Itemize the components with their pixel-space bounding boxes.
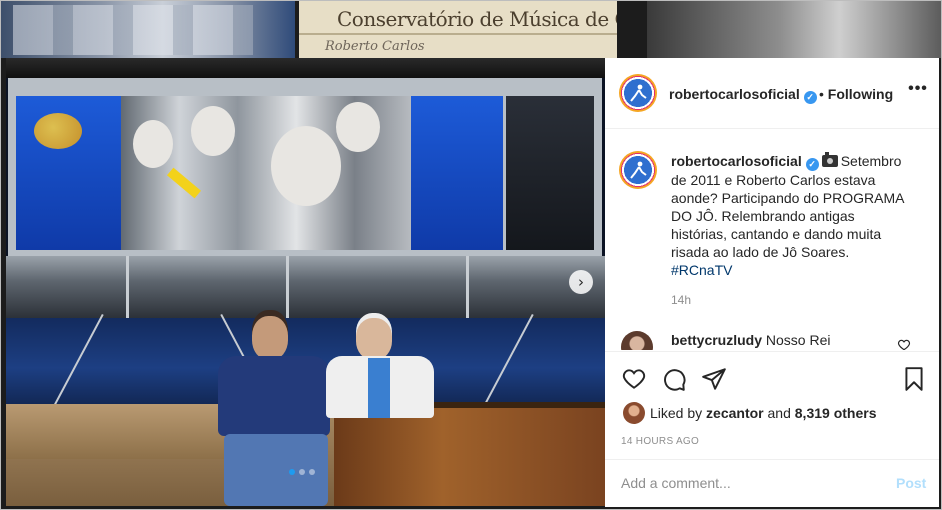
guitarist-icon (630, 84, 647, 102)
next-slide-button[interactable]: › (569, 270, 593, 294)
verified-badge-icon: ✓ (805, 158, 819, 171)
add-comment-bar: Post (605, 459, 939, 508)
carousel-dot-active (289, 469, 295, 475)
verified-badge-icon: ✓ (803, 91, 817, 104)
caption-username[interactable]: robertocarlosoficial ✓ (671, 153, 819, 171)
carousel-dot (309, 469, 315, 475)
tv-logo (34, 113, 82, 149)
bookmark-icon[interactable] (901, 366, 927, 392)
liker-username[interactable]: zecantor (706, 405, 764, 421)
likes-summary: Liked by zecantor and 8,319 others (605, 402, 939, 426)
more-options-icon[interactable]: ••• (908, 81, 928, 102)
host-figure (326, 318, 436, 418)
post-header: robertocarlosoficial ✓ • Following ••• (605, 58, 939, 129)
post-caption: robertocarlosoficial ✓ Setembro de 2011 e … (605, 129, 939, 319)
post-actions: Liked by zecantor and 8,319 others 14 HO… (605, 351, 939, 507)
separator-dot: • (819, 86, 824, 102)
comment-body: Nosso Rei (765, 332, 831, 348)
caption-timestamp[interactable]: 14h (671, 293, 691, 307)
comment-item: bettycruzludy Nosso Rei (605, 328, 939, 350)
guitarist-icon (630, 161, 647, 179)
paper-plane-icon[interactable] (701, 366, 727, 392)
guest-figure (216, 316, 336, 506)
instagram-post-modal: Conservatório de Música de Cachoeiro de … (0, 0, 942, 510)
caption-author-avatar[interactable] (619, 151, 657, 189)
host-desk (334, 408, 605, 506)
heart-icon[interactable] (621, 366, 647, 392)
lighting-truss (6, 256, 605, 318)
carousel-indicator (289, 469, 329, 475)
post-photo[interactable]: › (6, 58, 605, 506)
comment-like-icon[interactable] (897, 338, 911, 350)
commenter-username[interactable]: bettycruzludy (671, 332, 762, 348)
grid-thumbnail-left[interactable] (1, 1, 295, 58)
author-avatar[interactable] (619, 74, 657, 112)
thumbnail-banner-text: Conservatório de Música de Cachoeiro de … (337, 7, 617, 31)
following-button[interactable]: Following (828, 86, 893, 102)
hashtag-link[interactable]: #RCnaTV (671, 262, 732, 278)
follow-status: • Following (819, 86, 893, 102)
post-date[interactable]: 14 HOURS AGO (621, 436, 699, 447)
post-details-panel: robertocarlosoficial ✓ • Following ••• ro… (605, 58, 939, 507)
post-comment-button[interactable]: Post (896, 475, 926, 491)
likes-count-link[interactable]: 8,319 others (795, 405, 877, 421)
thumbnail-signature: Roberto Carlos (325, 39, 425, 54)
comment-text: bettycruzludy Nosso Rei (671, 332, 831, 348)
commenter-avatar[interactable] (621, 331, 653, 350)
likes-text: Liked by zecantor and 8,319 others (650, 405, 877, 421)
liker-avatar[interactable] (623, 402, 645, 424)
film-camera-icon (821, 152, 838, 167)
comment-icon[interactable] (661, 366, 687, 392)
grid-thumbnail-right[interactable] (647, 1, 941, 58)
comment-input[interactable] (621, 472, 871, 494)
grid-thumbnail-center[interactable]: Conservatório de Música de Cachoeiro de … (299, 1, 617, 58)
author-username[interactable]: robertocarlosoficial ✓ (669, 86, 817, 104)
caption-text: robertocarlosoficial ✓ Setembro de 2011 e … (671, 152, 911, 279)
caption-body: Setembro de 2011 e Roberto Carlos estava… (671, 153, 904, 260)
carousel-dot (299, 469, 305, 475)
studio-screen-center (121, 96, 413, 250)
